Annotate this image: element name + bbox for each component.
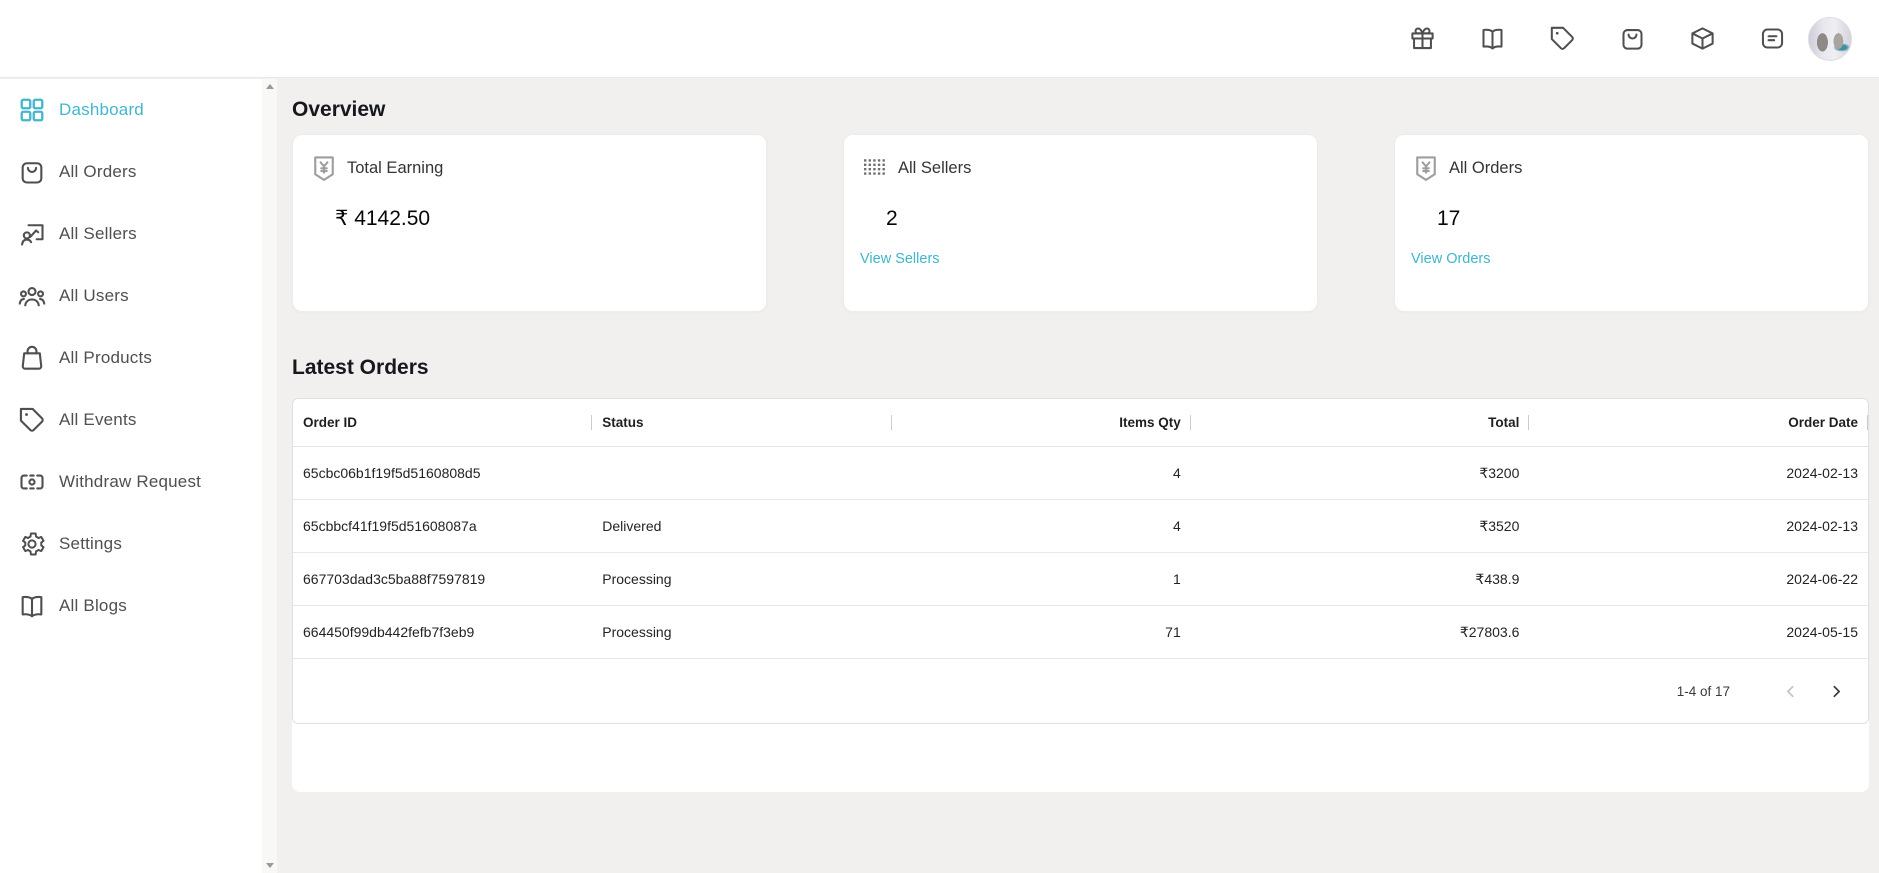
cell-order-id: 664450f99db442fefb7f3eb9 [293,606,592,658]
pagination-prev-button[interactable] [1772,673,1808,709]
chevron-left-icon [1780,681,1801,702]
sidebar-item-all-sellers[interactable]: All Sellers [0,203,262,265]
sidebar-item-settings[interactable]: Settings [0,513,262,575]
column-header-order-date[interactable]: Order Date [1529,399,1868,446]
handbag-icon [18,344,46,372]
cell-items-qty: 1 [892,553,1191,605]
column-header-items-qty[interactable]: Items Qty [892,399,1191,446]
grid-icon [18,96,46,124]
gift-icon [1409,25,1436,52]
shopping-bag-icon [1619,25,1646,52]
sidebar-item-all-orders[interactable]: All Orders [0,141,262,203]
card-value: 2 [886,204,1301,234]
gear-icon [18,530,46,558]
pagination-range: 1-4 of 17 [1677,684,1730,699]
cell-items-qty: 4 [892,500,1191,552]
cell-items-qty: 4 [892,447,1191,499]
message-button[interactable] [1759,25,1786,52]
card-title: Total Earning [347,159,443,178]
gift-button[interactable] [1409,25,1436,52]
view-orders-link[interactable]: View Orders [1411,251,1491,267]
cell-status: Processing [592,553,891,605]
cell-order-id: 65cbbcf41f19f5d51608087a [293,500,592,552]
sidebar-item-withdraw-request[interactable]: Withdraw Request [0,451,262,513]
column-header-total[interactable]: Total [1191,399,1530,446]
main-content: Overview Total Earning ₹ 4142.50 All Sel… [277,79,1879,873]
cell-total: ₹438.9 [1191,553,1530,605]
sidebar-item-all-blogs[interactable]: All Blogs [0,575,262,637]
table-row[interactable]: 664450f99db442fefb7f3eb9Processing71₹278… [293,606,1868,659]
sidebar-item-dashboard[interactable]: Dashboard [0,79,262,141]
tag-icon [18,406,46,434]
card-title: All Sellers [898,159,971,178]
card-all-sellers: All Sellers 2 View Sellers [843,134,1318,312]
card-title: All Orders [1449,159,1522,178]
latest-orders-title: Latest Orders [292,354,1869,382]
tag-button[interactable] [1549,25,1576,52]
cell-order-date: 2024-02-13 [1529,500,1868,552]
column-header-order-id[interactable]: Order ID [293,399,592,446]
scroll-down-arrow[interactable] [266,863,274,868]
cell-status [592,447,891,499]
card-all-orders: All Orders 17 View Orders [1394,134,1869,312]
header-icons [1409,25,1786,52]
pagination-next-button[interactable] [1818,673,1854,709]
overview-title: Overview [292,96,1869,124]
sidebar-item-all-events[interactable]: All Events [0,389,262,451]
banknote-icon [18,468,46,496]
table-header: Order IDStatusItems QtyTotalOrder Date [293,399,1868,447]
table-row[interactable]: 667703dad3c5ba88f7597819Processing1₹438.… [293,553,1868,606]
avatar[interactable] [1808,17,1852,61]
cell-order-id: 65cbc06b1f19f5d5160808d5 [293,447,592,499]
card-header: All Orders [1411,153,1852,183]
column-separator [1867,415,1868,430]
presentation-icon [18,220,46,248]
sidebar-item-all-users[interactable]: All Users [0,265,262,327]
tag-icon [1549,25,1576,52]
cell-total: ₹27803.6 [1191,606,1530,658]
overview-cards: Total Earning ₹ 4142.50 All Sellers 2 Vi… [292,134,1869,312]
cell-status: Processing [592,606,891,658]
package-icon [1689,25,1716,52]
sidebar-scrollbar[interactable] [262,79,277,873]
card-value: ₹ 4142.50 [335,204,750,234]
money-badge-icon [1411,153,1441,183]
orders-table-wrapper: Order IDStatusItems QtyTotalOrder Date 6… [292,398,1869,792]
top-header [0,0,1879,78]
book-button[interactable] [1479,25,1506,52]
package-button[interactable] [1689,25,1716,52]
cell-order-date: 2024-06-22 [1529,553,1868,605]
cell-total: ₹3520 [1191,500,1530,552]
column-header-status[interactable]: Status [592,399,891,446]
view-sellers-link[interactable]: View Sellers [860,251,940,267]
cell-items-qty: 71 [892,606,1191,658]
money-badge-icon [309,153,339,183]
card-value: 17 [1437,204,1852,234]
card-header: All Sellers [860,153,1301,183]
orders-table: Order IDStatusItems QtyTotalOrder Date 6… [292,398,1869,724]
sidebar-item-all-products[interactable]: All Products [0,327,262,389]
table-row[interactable]: 65cbbcf41f19f5d51608087aDelivered4₹35202… [293,500,1868,553]
book-icon [1479,25,1506,52]
cell-total: ₹3200 [1191,447,1530,499]
cell-order-id: 667703dad3c5ba88f7597819 [293,553,592,605]
chevron-right-icon [1826,681,1847,702]
table-row[interactable]: 65cbc06b1f19f5d5160808d5 4₹32002024-02-13 [293,447,1868,500]
cell-order-date: 2024-02-13 [1529,447,1868,499]
users-icon [18,282,46,310]
shopping-bag-icon [18,158,46,186]
table-footer: 1-4 of 17 [293,659,1868,723]
dot-grid-icon [860,153,890,183]
cell-order-date: 2024-05-15 [1529,606,1868,658]
card-total-earning: Total Earning ₹ 4142.50 [292,134,767,312]
scroll-up-arrow[interactable] [266,84,274,89]
card-header: Total Earning [309,153,750,183]
sidebar: Dashboard All Orders All Sellers All Use… [0,79,262,873]
book-icon [18,592,46,620]
shopping-bag-button[interactable] [1619,25,1646,52]
message-icon [1759,25,1786,52]
table-body: 65cbc06b1f19f5d5160808d5 4₹32002024-02-13… [293,447,1868,659]
cell-status: Delivered [592,500,891,552]
